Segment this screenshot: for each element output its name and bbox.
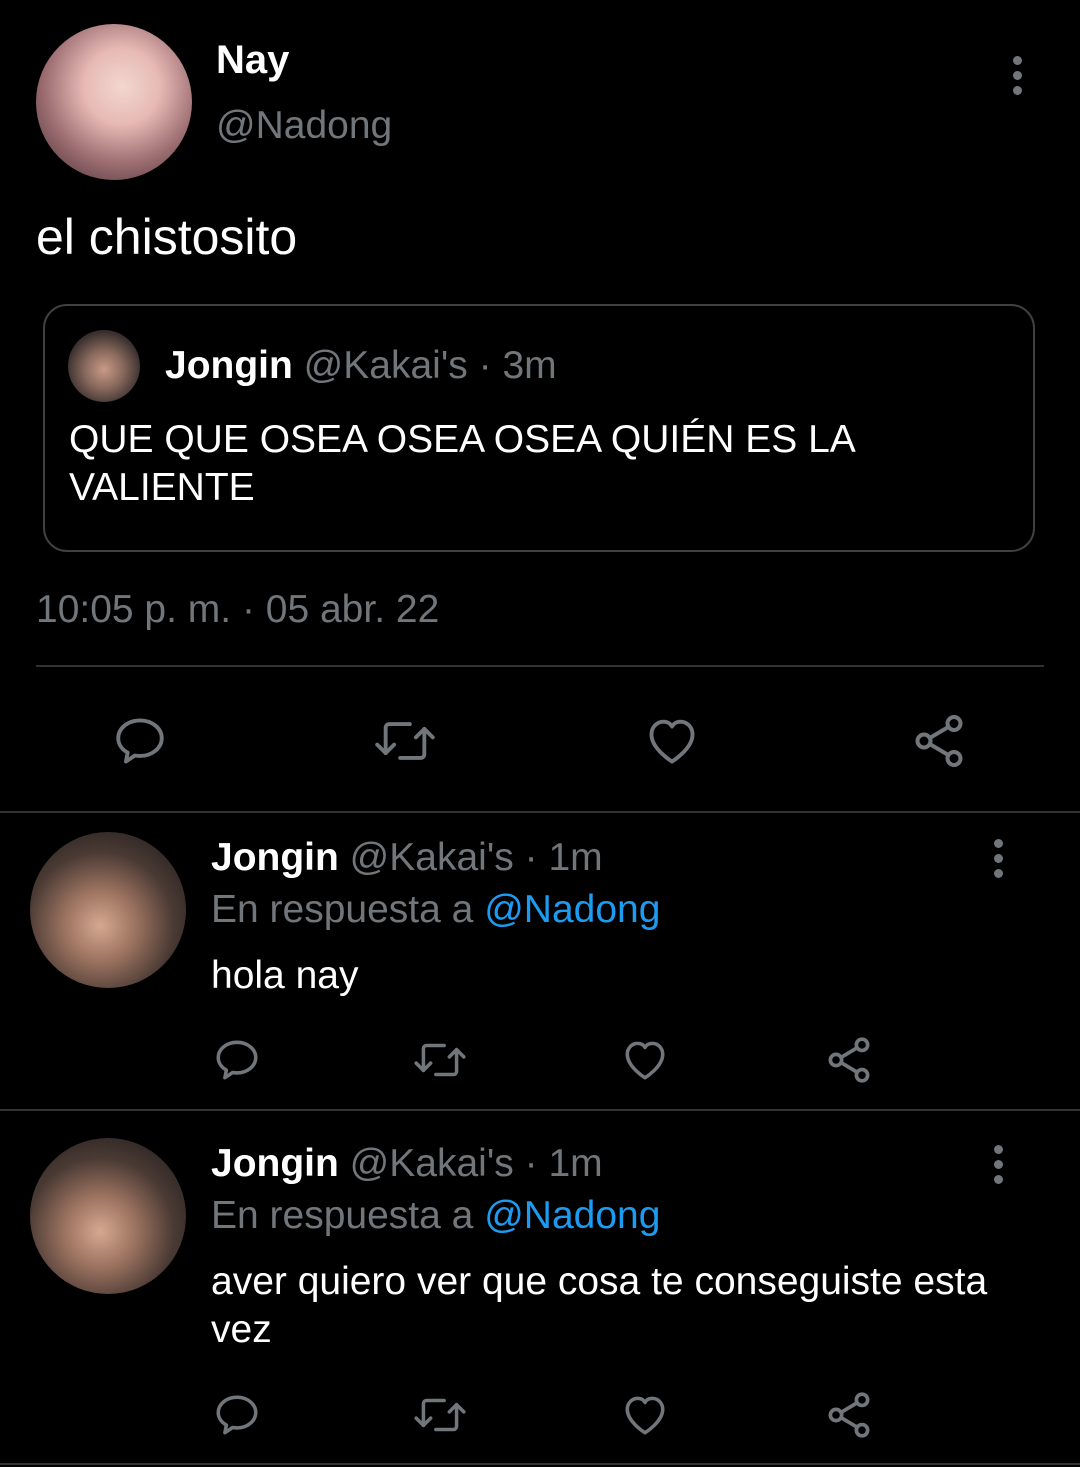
divider (36, 665, 1044, 667)
reply-button[interactable] (204, 1027, 270, 1093)
tweet-timestamp: 10:05 p. m. · 05 abr. 22 (36, 588, 440, 631)
more-options-button[interactable] (995, 45, 1039, 105)
reply-author-name[interactable]: Jongin (211, 1142, 339, 1185)
share-button[interactable] (816, 1382, 882, 1448)
like-button[interactable] (612, 1027, 678, 1093)
author-name[interactable]: Nay (216, 38, 289, 83)
retweet-icon (414, 1398, 466, 1432)
share-icon (828, 1037, 870, 1083)
retweet-button[interactable] (407, 1027, 473, 1093)
reply-icon (216, 1040, 258, 1080)
retweet-icon (375, 722, 435, 760)
reply-author-handle[interactable]: @Kakai's (350, 836, 514, 879)
divider (0, 1109, 1080, 1111)
separator-dot: · (478, 344, 492, 387)
reply-author-handle[interactable]: @Kakai's (350, 1142, 514, 1185)
heart-icon (625, 1041, 665, 1080)
like-button[interactable] (636, 705, 708, 777)
author-handle[interactable]: @Nadong (216, 104, 392, 148)
tweet-text: el chistosito (36, 209, 298, 265)
retweet-button[interactable] (369, 705, 441, 777)
like-button[interactable] (612, 1382, 678, 1448)
reply-time: 1m (548, 836, 603, 879)
retweet-button[interactable] (407, 1382, 473, 1448)
divider (0, 1463, 1080, 1465)
retweet-icon (414, 1043, 466, 1077)
mention-link[interactable]: @Nadong (484, 1194, 660, 1237)
quoted-tweet-time: 3m (502, 344, 557, 387)
more-vertical-icon (1012, 55, 1022, 65)
quoted-tweet-header: Jongin @Kakai's · 3m (165, 344, 557, 388)
more-vertical-icon (993, 838, 1003, 848)
reply-text: aver quiero ver que cosa te conseguiste … (211, 1260, 988, 1351)
quoted-author-avatar (68, 330, 140, 402)
reply-button[interactable] (204, 1382, 270, 1448)
reply-text: hola nay (211, 954, 359, 997)
quoted-author-handle: @Kakai's (303, 344, 468, 387)
heart-icon (649, 719, 695, 764)
reply-context: En respuesta a @Nadong (211, 888, 660, 932)
more-options-button[interactable] (976, 1134, 1020, 1194)
reply-author-name[interactable]: Jongin (211, 836, 339, 879)
reply-header: Jongin @Kakai's · 1m (211, 836, 603, 880)
share-icon (828, 1392, 870, 1438)
reply-author-avatar[interactable] (30, 832, 186, 988)
author-avatar[interactable] (36, 24, 192, 180)
mention-link[interactable]: @Nadong (484, 888, 660, 931)
more-vertical-icon (993, 1144, 1003, 1154)
more-options-button[interactable] (976, 828, 1020, 888)
share-button[interactable] (816, 1027, 882, 1093)
divider (0, 811, 1080, 813)
reply-icon (216, 1395, 258, 1435)
reply-header: Jongin @Kakai's · 1m (211, 1142, 603, 1186)
reply-time: 1m (548, 1142, 603, 1185)
reply-prefix: En respuesta a (211, 1194, 474, 1237)
reply-icon (116, 718, 164, 764)
separator-dot: · (524, 836, 538, 879)
reply-context: En respuesta a @Nadong (211, 1194, 660, 1238)
heart-icon (625, 1396, 665, 1435)
reply-author-avatar[interactable] (30, 1138, 186, 1294)
quoted-tweet-text: QUE QUE OSEA OSEA OSEA QUIÉN ES LA VALIE… (69, 418, 854, 509)
quoted-author-name: Jongin (165, 344, 293, 387)
separator-dot: · (524, 1142, 538, 1185)
reply-button[interactable] (104, 705, 176, 777)
reply-prefix: En respuesta a (211, 888, 474, 931)
share-button[interactable] (903, 705, 975, 777)
share-icon (915, 715, 963, 767)
